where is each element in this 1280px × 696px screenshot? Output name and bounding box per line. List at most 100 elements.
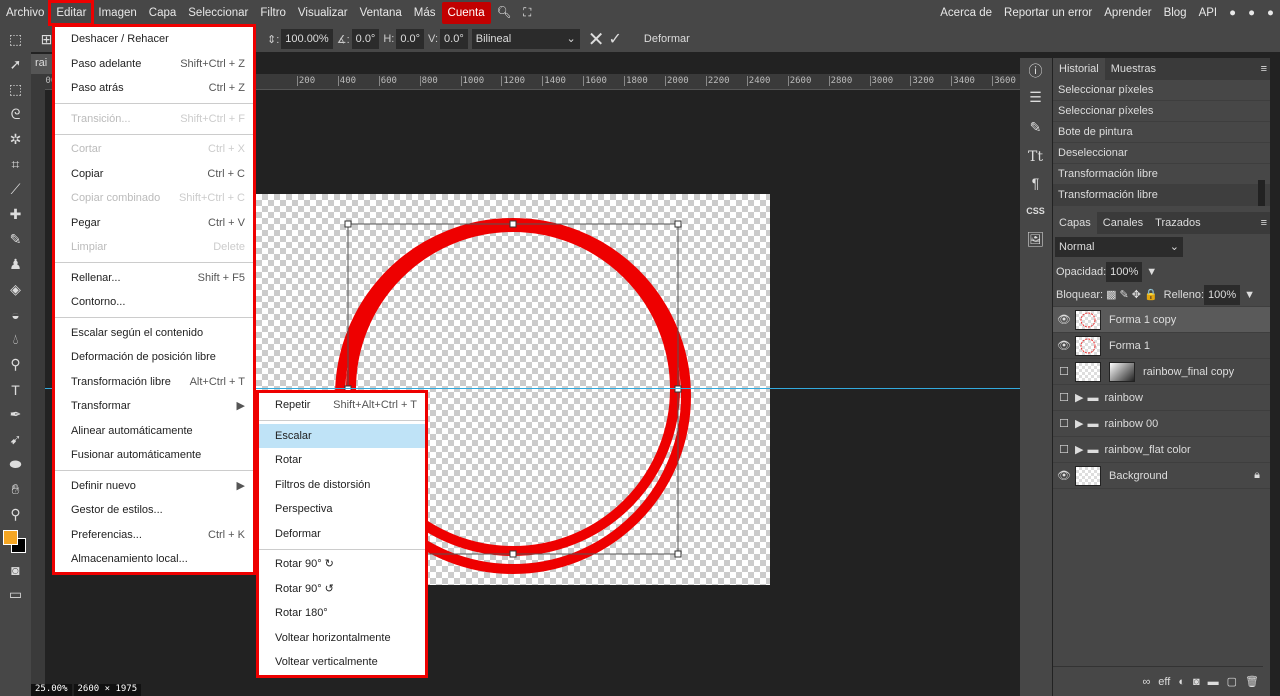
adjustment-layer-icon[interactable]: ◐ xyxy=(1178,676,1185,688)
layer-row[interactable]: 👁︎ Forma 1 copy xyxy=(1053,307,1270,333)
tab-capas[interactable]: Capas xyxy=(1053,212,1097,234)
tab-trazados[interactable]: Trazados xyxy=(1149,212,1206,234)
lock-move-icon[interactable]: ✥ xyxy=(1132,288,1141,301)
eye-icon[interactable]: 👁︎ xyxy=(1053,469,1075,482)
link-layers-icon[interactable]: ∞ xyxy=(1142,676,1150,688)
eye-icon[interactable]: 👁︎ xyxy=(1053,313,1075,326)
effects-icon[interactable]: eff xyxy=(1158,676,1170,688)
tab-muestras[interactable]: Muestras xyxy=(1105,58,1162,80)
expand-arrow-icon[interactable]: ▶ xyxy=(1075,391,1083,404)
adjustments-icon[interactable]: ☰ xyxy=(1020,84,1051,110)
layer-row[interactable]: ☐ ▶ ▬ rainbow xyxy=(1053,385,1270,411)
menu-item[interactable]: Alinear automáticamente xyxy=(55,419,253,444)
menu-item[interactable]: Rellenar... Shift + F5 xyxy=(55,266,253,291)
menu-item[interactable]: Repetir Shift+Alt+Ctrl + T xyxy=(259,393,425,418)
menu-item[interactable]: Pegar Ctrl + V xyxy=(55,211,253,236)
blend-mode-select[interactable]: Normal ⌄ xyxy=(1055,237,1183,257)
menu-item[interactable]: Rotar xyxy=(259,448,425,473)
lock-transparency-icon[interactable]: ▩ xyxy=(1106,288,1116,301)
transform-handle[interactable] xyxy=(674,220,682,228)
opacity-field[interactable]: 100% xyxy=(1106,261,1143,282)
transform-handle[interactable] xyxy=(674,385,682,393)
facebook-icon[interactable]: ● xyxy=(1261,2,1280,24)
mask-icon[interactable]: ◙ xyxy=(1193,676,1200,688)
eye-icon[interactable]: 👁︎ xyxy=(1053,339,1075,352)
menu-item[interactable]: Contorno... xyxy=(55,290,253,315)
menu-item[interactable]: Transformar ▶ xyxy=(55,394,253,419)
menu-item[interactable]: Transformación libre Alt+Ctrl + T xyxy=(55,370,253,395)
menu-item[interactable]: Perspectiva xyxy=(259,497,425,522)
new-layer-icon[interactable]: ▢ xyxy=(1227,675,1237,688)
transform-handle[interactable] xyxy=(509,220,517,228)
visibility-checkbox[interactable]: ☐ xyxy=(1053,443,1075,456)
expand-arrow-icon[interactable]: ▶ xyxy=(1075,443,1083,456)
menu-item[interactable]: Copiar combinado Shift+Ctrl + C xyxy=(55,186,253,211)
layer-row[interactable]: 👁︎ Background 🔒︎ xyxy=(1053,463,1270,489)
link-3[interactable]: Blog xyxy=(1158,2,1193,24)
layer-row[interactable]: ☐ ▶ ▬ rainbow 00 xyxy=(1053,411,1270,437)
transform-handle[interactable] xyxy=(674,550,682,558)
menu-item[interactable]: Paso atrás Ctrl + Z xyxy=(55,76,253,101)
menu-item[interactable]: Paso adelante Shift+Ctrl + Z xyxy=(55,52,253,77)
layer-row[interactable]: ☐ rainbow_final copy xyxy=(1053,359,1270,385)
menu-item[interactable]: Gestor de estilos... xyxy=(55,498,253,523)
layer-row[interactable]: ☐ ▶ ▬ rainbow_flat color xyxy=(1053,437,1270,463)
foreground-color[interactable] xyxy=(3,530,18,545)
character-icon[interactable]: Tt xyxy=(1020,144,1051,170)
transform-handle[interactable] xyxy=(509,550,517,558)
menu-item[interactable]: Rotar 90° ↺ xyxy=(259,577,425,602)
panel-menu-icon[interactable]: ≡ xyxy=(1261,217,1267,229)
history-item[interactable]: Seleccionar píxeles xyxy=(1053,101,1270,122)
menu-item[interactable]: Almacenamiento local... xyxy=(55,547,253,572)
new-folder-icon[interactable]: ▬ xyxy=(1208,676,1219,688)
layer-thumbnail xyxy=(1075,465,1101,486)
history-scrollbar[interactable] xyxy=(1258,180,1265,206)
panel-menu-icon[interactable]: ≡ xyxy=(1261,63,1267,75)
history-item[interactable]: Transformación libre xyxy=(1053,185,1270,206)
lock-all-icon[interactable]: 🔒 xyxy=(1144,288,1158,301)
tab-canales[interactable]: Canales xyxy=(1097,212,1149,234)
menu-item[interactable]: Voltear verticalmente xyxy=(259,650,425,675)
menu-item[interactable]: Rotar 90° ↻ xyxy=(259,552,425,577)
menu-item[interactable]: Definir nuevo ▶ xyxy=(55,474,253,499)
expand-arrow-icon[interactable]: ▶ xyxy=(1075,417,1083,430)
history-item[interactable]: Deseleccionar xyxy=(1053,143,1270,164)
menu-item[interactable]: Copiar Ctrl + C xyxy=(55,162,253,187)
menu-item[interactable]: Deformar xyxy=(259,522,425,547)
link-2[interactable]: Aprender xyxy=(1098,2,1157,24)
history-item[interactable]: Bote de pintura xyxy=(1053,122,1270,143)
image-icon[interactable]: 🖼 xyxy=(1020,226,1051,252)
visibility-checkbox[interactable]: ☐ xyxy=(1053,417,1075,430)
fill-field[interactable]: 100% xyxy=(1204,284,1241,305)
delete-layer-icon[interactable]: 🗑 xyxy=(1245,675,1259,688)
reddit-icon[interactable]: ● xyxy=(1223,2,1242,24)
visibility-checkbox[interactable]: ☐ xyxy=(1053,365,1075,378)
brush-settings-icon[interactable]: ✎ xyxy=(1020,110,1051,144)
menu-item[interactable]: Rotar 180° xyxy=(259,601,425,626)
history-item[interactable]: Transformación libre xyxy=(1053,164,1270,185)
twitter-icon[interactable]: ● xyxy=(1242,2,1261,24)
layer-row[interactable]: 👁︎ Forma 1 xyxy=(1053,333,1270,359)
lock-paint-icon[interactable]: ✎ xyxy=(1120,288,1129,301)
menu-item[interactable]: Cortar Ctrl + X xyxy=(55,137,253,162)
menu-item[interactable]: Escalar xyxy=(259,423,425,448)
tab-historial[interactable]: Historial xyxy=(1053,58,1105,80)
menu-item[interactable]: Filtros de distorsión xyxy=(259,473,425,498)
menu-item[interactable]: Deshacer / Rehacer xyxy=(55,27,253,52)
menu-item[interactable]: Fusionar automáticamente xyxy=(55,443,253,468)
menu-item[interactable]: Transición... Shift+Ctrl + F xyxy=(55,107,253,132)
fill-dropdown-icon[interactable]: ▼ xyxy=(1244,289,1255,301)
info-icon[interactable]: ⓘ xyxy=(1020,58,1051,84)
link-4[interactable]: API xyxy=(1193,2,1224,24)
menu-item[interactable]: Escalar según el contenido xyxy=(55,321,253,346)
menu-item[interactable]: Limpiar Delete xyxy=(55,235,253,260)
transform-handle[interactable] xyxy=(344,220,352,228)
opacity-dropdown-icon[interactable]: ▼ xyxy=(1146,266,1157,278)
paragraph-icon[interactable]: ¶ xyxy=(1020,170,1051,196)
menu-item[interactable]: Deformación de posición libre xyxy=(55,345,253,370)
menu-item[interactable]: Preferencias... Ctrl + K xyxy=(55,523,253,548)
menu-item[interactable]: Voltear horizontalmente xyxy=(259,626,425,651)
visibility-checkbox[interactable]: ☐ xyxy=(1053,391,1075,404)
history-item[interactable]: Seleccionar píxeles xyxy=(1053,80,1270,101)
css-icon[interactable]: CSS xyxy=(1020,196,1051,226)
